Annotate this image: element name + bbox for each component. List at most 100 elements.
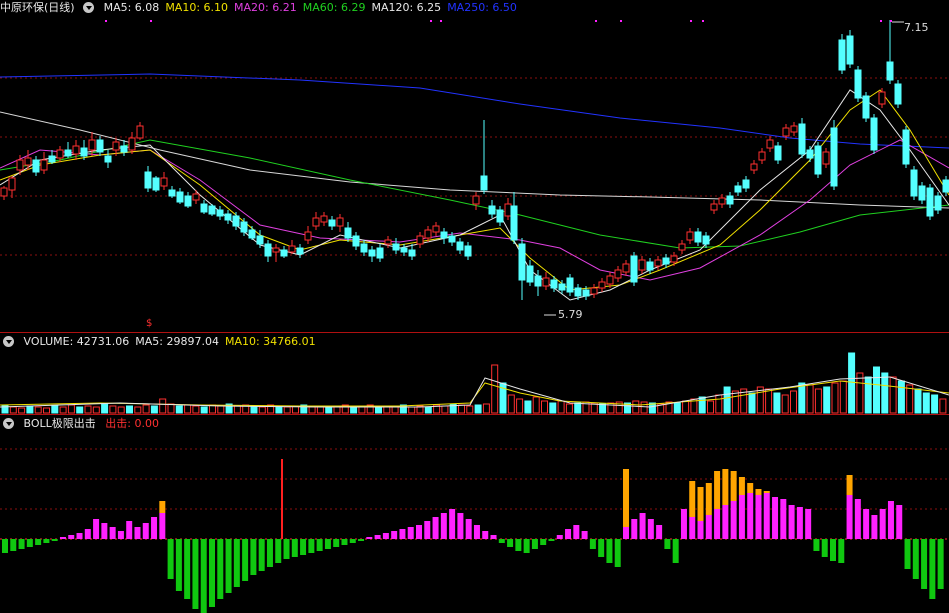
- boll-oscillator-chart[interactable]: [0, 415, 949, 613]
- volume-bar: [383, 406, 391, 414]
- candle-body: [440, 231, 448, 239]
- candle-body: [542, 277, 550, 287]
- oscillator-bar: [830, 539, 836, 561]
- signal-dot: [150, 20, 152, 22]
- chevron-down-icon[interactable]: [3, 418, 14, 429]
- oscillator-bar: [631, 519, 638, 539]
- volume-bar: [541, 400, 548, 414]
- candle-body: [886, 61, 894, 81]
- oscillator-bar: [672, 539, 679, 563]
- volume-bar: [59, 406, 67, 414]
- candle-body: [686, 231, 694, 241]
- volume-bar: [474, 404, 482, 414]
- volume-bar: [856, 372, 864, 414]
- volume-bar: [283, 406, 291, 414]
- boll-title: BOLL极限出击: [23, 417, 96, 430]
- oscillator-peak: [705, 483, 712, 515]
- signal-dot: [620, 20, 622, 22]
- oscillator-bar: [689, 517, 696, 539]
- boll-pane[interactable]: BOLL极限出击 出击: 0.00: [0, 415, 949, 613]
- volume-bar: [308, 406, 316, 414]
- volume-pane[interactable]: VOLUME: 42731.06 MA5: 29897.04 MA10: 34766…: [0, 333, 949, 414]
- candle-body: [312, 217, 320, 227]
- volume-bar: [142, 404, 150, 414]
- signal-dot: [430, 20, 432, 22]
- candle-body: [774, 145, 782, 161]
- volume-bar: [441, 405, 449, 414]
- volume-bar: [67, 404, 75, 414]
- oscillator-bar: [879, 509, 886, 539]
- candle-body: [798, 123, 806, 155]
- signal-dot: [890, 20, 892, 22]
- candle-body: [96, 139, 104, 153]
- oscillator-bar: [565, 529, 572, 539]
- oscillator-bar: [416, 525, 422, 539]
- candle-body: [838, 39, 846, 71]
- candle-body: [144, 171, 152, 189]
- candle-body: [678, 243, 686, 251]
- candle-body: [136, 125, 144, 139]
- candle-body: [534, 275, 542, 287]
- oscillator-bar: [589, 539, 596, 549]
- volume-bar: [76, 406, 84, 414]
- oscillator-bar: [358, 539, 365, 541]
- oscillator-bar: [805, 509, 812, 539]
- volume-bar: [814, 388, 822, 414]
- signal-dot: [880, 20, 882, 22]
- volume-bar: [707, 400, 714, 414]
- volume-bar: [350, 406, 358, 414]
- oscillator-bar: [432, 517, 439, 539]
- volume-bar: [889, 376, 897, 414]
- candle-body: [112, 141, 120, 151]
- candle-body: [710, 203, 718, 211]
- volume-bar: [532, 396, 540, 414]
- candle-body: [488, 205, 496, 215]
- candle-body: [480, 175, 488, 191]
- oscillator-bar: [887, 501, 894, 539]
- oscillator-bar: [200, 539, 207, 613]
- oscillator-bar: [35, 539, 42, 545]
- oscillator-bar: [192, 539, 199, 609]
- oscillator-bar: [523, 539, 530, 553]
- candle-body: [646, 261, 654, 271]
- oscillator-bar: [117, 531, 124, 539]
- candle-body: [40, 159, 48, 171]
- volume-bar: [134, 406, 142, 414]
- oscillator-bar: [515, 539, 522, 551]
- candlestick-chart[interactable]: [0, 0, 949, 332]
- oscillator-bar: [498, 539, 505, 543]
- candle-body: [910, 169, 918, 197]
- oscillator-bar: [796, 507, 803, 539]
- candle-body: [918, 185, 926, 201]
- oscillator-bar: [639, 513, 646, 539]
- oscillator-peak: [722, 469, 729, 505]
- oscillator-bar: [465, 519, 472, 539]
- ma-indicator-3: MA60: 6.29: [302, 1, 366, 14]
- oscillator-bar: [250, 539, 257, 575]
- candle-body: [256, 235, 264, 245]
- chevron-down-icon[interactable]: [3, 336, 14, 347]
- candle-body: [56, 149, 64, 159]
- volume-bar: [682, 400, 690, 414]
- oscillator-bar: [382, 533, 389, 539]
- candle-body: [822, 151, 830, 165]
- volume-bar: [159, 398, 167, 414]
- volume-bar: [748, 392, 756, 414]
- oscillator-bar: [167, 539, 174, 579]
- candle-body: [558, 283, 566, 291]
- volume-bar: [831, 382, 839, 414]
- candle-body: [32, 159, 40, 173]
- chevron-down-icon[interactable]: [83, 2, 95, 13]
- volume-bar: [109, 405, 117, 414]
- oscillator-bar: [614, 539, 621, 567]
- oscillator-bar: [656, 525, 663, 539]
- oscillator-bar: [109, 527, 116, 539]
- main-chart-pane[interactable]: 中原环保(日线) MA5: 6.08 MA10: 6.10 MA20: 6.21 MA…: [0, 0, 949, 332]
- volume-bar: [84, 405, 92, 414]
- candle-body: [72, 145, 80, 155]
- volume-bar: [848, 352, 856, 414]
- volume-bar: [881, 372, 889, 414]
- oscillator-bar: [349, 539, 356, 543]
- oscillator-bar: [242, 539, 249, 581]
- candle-body: [88, 139, 96, 151]
